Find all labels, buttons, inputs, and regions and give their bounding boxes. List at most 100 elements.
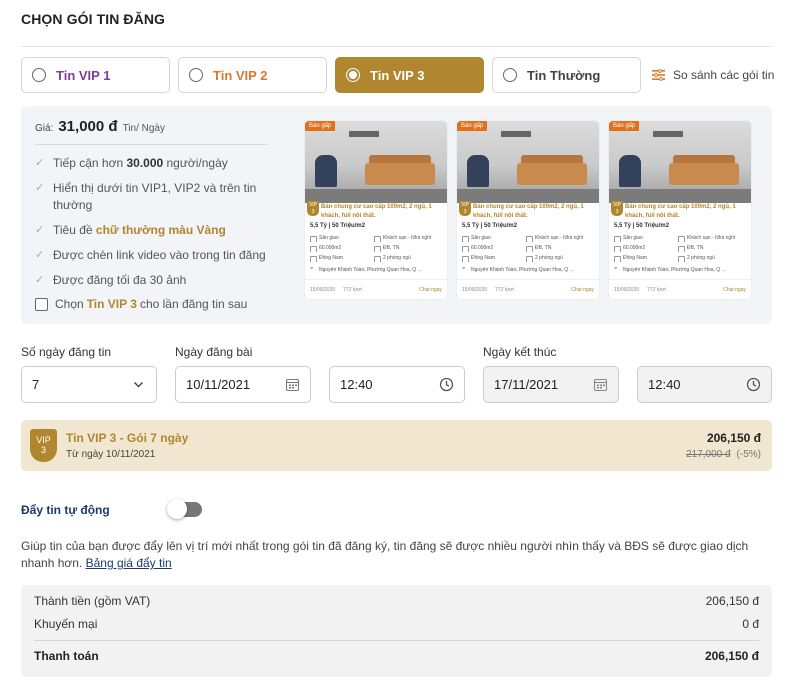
chat-link: Chat ngay [723, 286, 746, 293]
package-old-price: 217,000 đ (-5%) [686, 449, 761, 460]
chat-link: Chat ngay [571, 286, 594, 293]
tab-vip-2[interactable]: Tin VIP 2 [178, 57, 327, 93]
radio-icon[interactable] [32, 68, 46, 82]
next-time-package: Tin VIP 3 [86, 297, 137, 311]
spec-item: Khách sạn - Nhà nghỉ [374, 235, 444, 242]
start-date-label: Ngày đăng bài [175, 345, 253, 359]
listing-title: Bán chung cư cao cấp 100m2, 2 ngủ, 1 khá… [473, 204, 584, 219]
listing-title: Bán chung cư cao cấp 100m2, 2 ngủ, 1 khá… [321, 204, 432, 219]
listing-photo: Bán gấp [305, 121, 447, 203]
feature-text: Được đăng tối đa 30 ảnh [53, 273, 187, 287]
listing-preview-card: Bán gấp VIP 3 Bán chung cư cao cấp 100m2… [457, 121, 599, 299]
listing-specs: Sân giao Khách sạn - Nhà nghỉ 60.000m2 Đ… [614, 235, 748, 262]
info-divider [35, 144, 267, 145]
radio-icon[interactable] [346, 68, 360, 82]
spec-item: Sân giao [614, 235, 678, 242]
listing-date: 15/09/2020 [310, 286, 336, 293]
spec-item: Khách sạn - Nhà nghỉ [526, 235, 596, 242]
urgent-badge: Bán gấp [457, 121, 488, 131]
calendar-icon [593, 378, 608, 392]
end-date-input: 17/11/2021 [483, 366, 619, 403]
spec-item: Đông Nam [614, 255, 678, 262]
check-icon: ✓ [35, 182, 45, 194]
tab-tin-thuong[interactable]: Tin Thường [492, 57, 641, 93]
feature-item: ✓ Được đăng tối đa 30 ảnh [35, 272, 275, 289]
clock-icon [746, 377, 761, 392]
end-time-input: 12:40 [637, 366, 772, 403]
check-icon: ✓ [35, 157, 45, 169]
feature-item: ✓ Tiêu đề chữ thường màu Vàng [35, 222, 275, 239]
listing-photo: Bán gấp [457, 121, 599, 203]
tab-label: Tin Thường [527, 67, 601, 83]
listing-preview-card: Bán gấp VIP 3 Bán chung cư cao cấp 100m2… [305, 121, 447, 299]
check-icon: ✓ [35, 224, 45, 236]
price-unit: Tin/ Ngày [122, 123, 165, 134]
spec-item: Sân giao [462, 235, 526, 242]
listing-specs: Sân giao Khách sạn - Nhà nghỉ 60.000m2 Đ… [462, 235, 596, 262]
urgent-badge: Bán gấp [609, 121, 640, 131]
total-value: 206,150 đ [704, 649, 759, 663]
auto-push-toggle[interactable] [167, 499, 202, 519]
title-divider [21, 46, 772, 47]
listing-photo: Bán gấp [609, 121, 751, 203]
discount: (-5%) [736, 449, 761, 460]
payment-summary: Thành tiền (gồm VAT) 206,150 đ Khuyến mạ… [21, 585, 772, 677]
listing-date: 15/09/2020 [462, 286, 488, 293]
listing-views: 772 lượt [495, 286, 514, 293]
price-line: Giá: 31,000 đ Tin/ Ngày [35, 118, 165, 135]
start-time-input[interactable]: 12:40 [329, 366, 465, 403]
tab-label: Tin VIP 2 [213, 67, 268, 83]
feature-text: Hiển thị dưới tin VIP1, VIP2 và trên tin… [53, 181, 257, 212]
subtotal-row: Thành tiền (gồm VAT) 206,150 đ [34, 594, 759, 608]
package-total: 206,150 đ [706, 431, 761, 445]
package-info-panel: Giá: 31,000 đ Tin/ Ngày ✓ Tiếp cận hơn 30… [21, 106, 772, 324]
chat-link: Chat ngay [419, 286, 442, 293]
days-label: Số ngày đăng tin [21, 345, 112, 359]
end-time-value: 12:40 [648, 377, 681, 392]
promo-label: Khuyến mại [34, 617, 98, 631]
days-value: 7 [32, 377, 40, 392]
listing-preview-card: Bán gấp VIP 3 Bán chung cư cao cấp 100m2… [609, 121, 751, 299]
listing-views: 772 lượt [343, 286, 362, 293]
vip-tag-icon: VIP 3 [611, 201, 623, 216]
spec-item: 2 phòng ngủ [526, 255, 596, 262]
checkbox-icon[interactable] [35, 297, 48, 311]
next-time-pre: Chọn [55, 297, 84, 311]
tab-vip-1[interactable]: Tin VIP 1 [21, 57, 170, 93]
start-date-input[interactable]: 10/11/2021 [175, 366, 311, 403]
feature-item: ✓ Hiển thị dưới tin VIP1, VIP2 và trên ti… [35, 180, 275, 214]
feature-text: Tiếp cận hơn [53, 156, 127, 170]
spec-item: Sân giao [310, 235, 374, 242]
feature-item: ✓ Tiếp cận hơn 30.000 người/ngày [35, 155, 275, 172]
spec-item: Đông Nam [310, 255, 374, 262]
tab-label: Tin VIP 1 [56, 67, 111, 83]
listing-views: 772 lượt [647, 286, 666, 293]
feature-highlight: chữ thường màu Vàng [95, 223, 226, 237]
listing-title: Bán chung cư cao cấp 100m2, 2 ngủ, 1 khá… [625, 204, 736, 219]
tab-vip-3[interactable]: Tin VIP 3 [335, 57, 484, 93]
radio-icon[interactable] [503, 68, 517, 82]
subtotal-value: 206,150 đ [705, 594, 759, 608]
listing-footer: 15/09/2020 772 lượt Chat ngay [305, 279, 447, 299]
next-time-checkbox[interactable]: Chọn Tin VIP 3 cho lần đăng tin sau [35, 297, 247, 311]
next-time-post: cho lần đăng tin sau [139, 297, 248, 311]
end-date-label: Ngày kết thúc [483, 345, 557, 359]
package-name: Tin VIP 3 - Gói 7 ngày [66, 431, 189, 445]
compare-packages-link[interactable]: So sánh các gói tin [652, 68, 774, 82]
check-icon: ✓ [35, 249, 45, 261]
spec-item: ĐB, TN [678, 245, 748, 252]
vip-tag-icon: VIP 3 [307, 201, 319, 216]
total-label: Thanh toán [34, 649, 99, 663]
days-select[interactable]: 7 [21, 366, 157, 403]
vip-3-badge-icon: VIP 3 [30, 429, 57, 462]
feature-text: Tiêu đề [53, 223, 96, 237]
listing-price: 5,5 Tỷ | 50 Triệu/m2 [462, 223, 518, 229]
auto-push-description: Giúp tin của bạn được đẩy lên vị trí mới… [21, 538, 776, 572]
radio-icon[interactable] [189, 68, 203, 82]
toggle-knob[interactable] [167, 499, 187, 519]
push-price-link[interactable]: Bảng giá đẩy tin [86, 556, 172, 570]
promo-value: 0 đ [742, 617, 759, 631]
listing-address: Nguyễn Khánh Toàn, Phường Quan Hoa, Q ..… [614, 267, 748, 273]
auto-push-label: Đẩy tin tự động [21, 503, 110, 517]
feature-highlight: 30.000 [126, 156, 164, 170]
